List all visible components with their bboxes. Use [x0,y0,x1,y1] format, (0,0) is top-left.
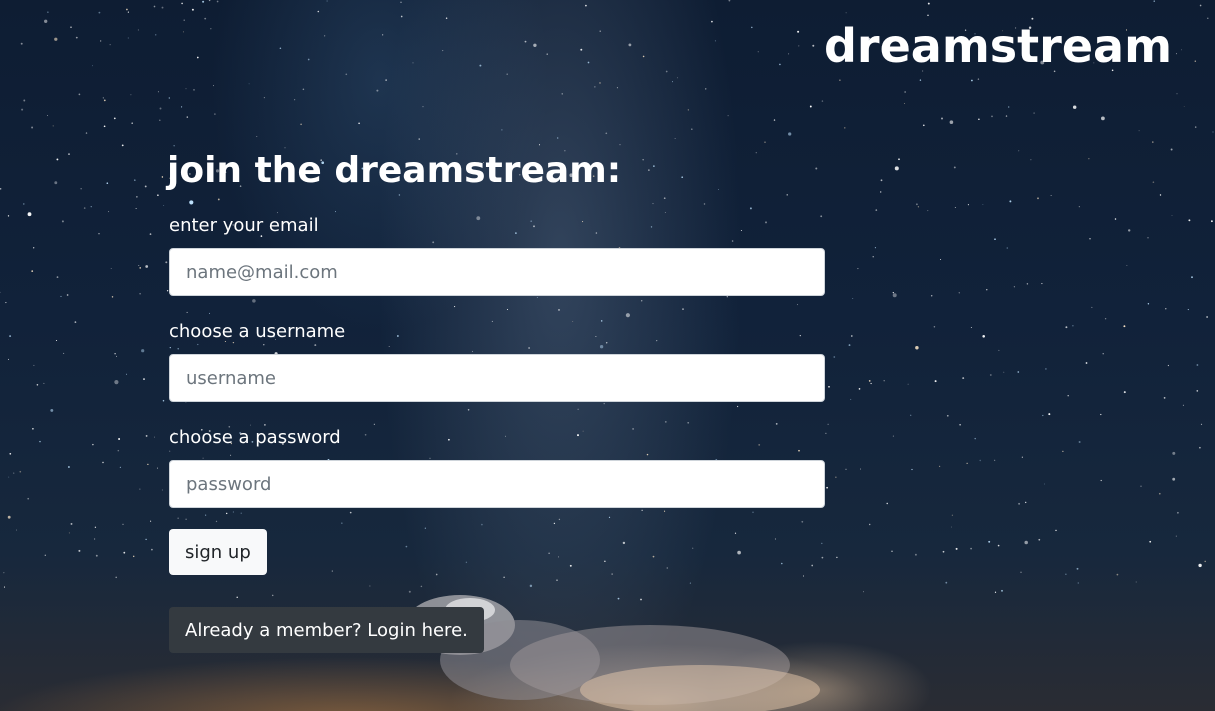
brand-logo: dreamstream [823,19,1172,73]
username-input[interactable] [169,354,825,402]
sign-up-button[interactable]: sign up [169,529,267,575]
email-input[interactable] [169,248,825,296]
username-label: choose a username [169,321,346,342]
signup-form: join the dreamstream: enter your email c… [167,146,827,653]
email-label: enter your email [169,215,319,236]
password-label: choose a password [169,427,341,448]
login-link-button[interactable]: Already a member? Login here. [169,607,484,653]
signup-title: join the dreamstream: [167,150,622,191]
password-input[interactable] [169,460,825,508]
